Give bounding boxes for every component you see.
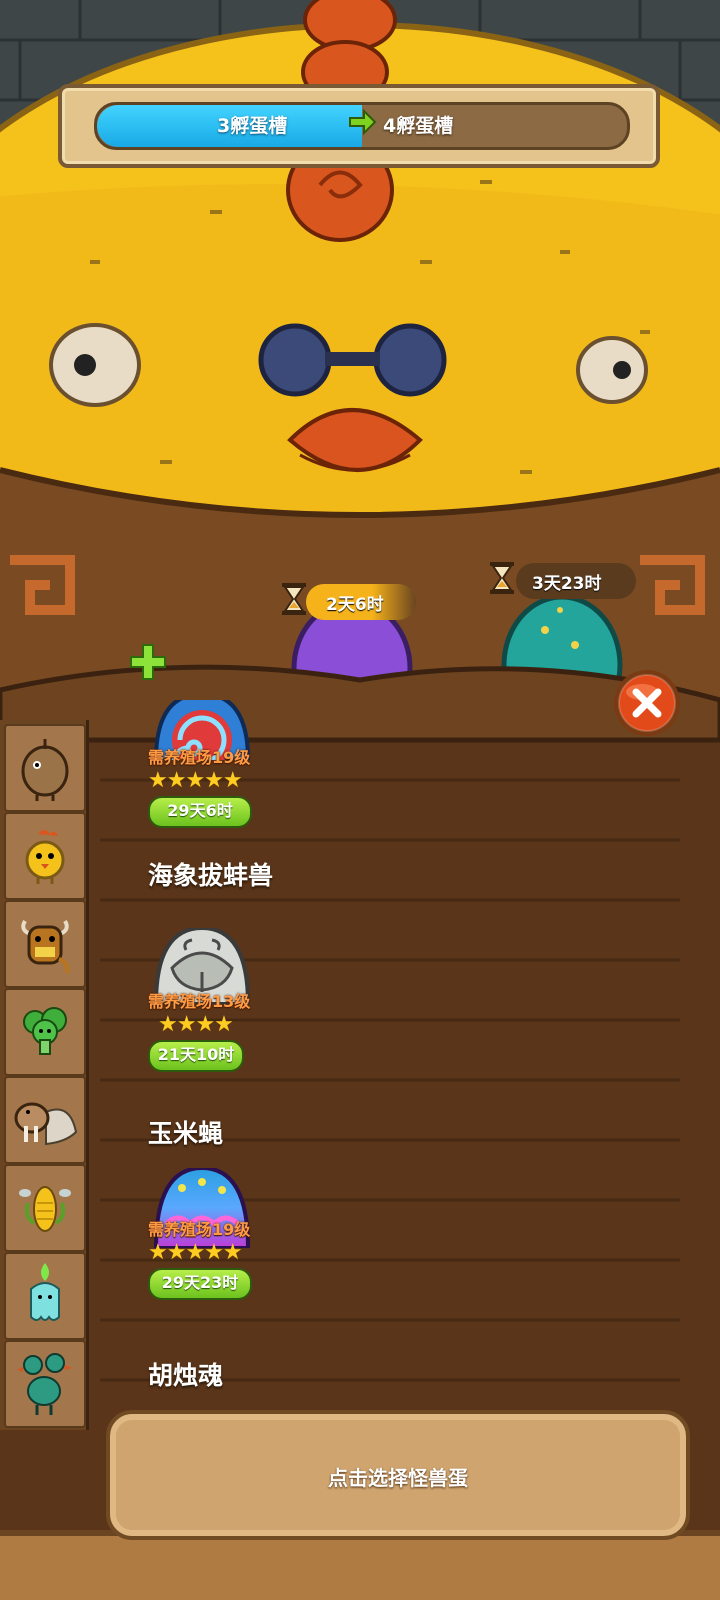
incubating-slot-2-timer: 3天23时 bbox=[516, 563, 636, 599]
sidebar-monster-yak[interactable] bbox=[4, 900, 86, 988]
sidebar-monster-walrus[interactable] bbox=[4, 1076, 86, 1164]
egg-1-requirement: 需养殖场19级 bbox=[148, 748, 251, 767]
egg-selection-panel[interactable]: 点击选择怪兽蛋 bbox=[106, 1410, 690, 1540]
egg-3-name: 胡烛魂 bbox=[148, 1361, 224, 1390]
sidebar-monster-brown-bird[interactable] bbox=[4, 724, 86, 812]
next-slots-label: 4孵蛋槽 bbox=[383, 115, 454, 137]
chick-icon bbox=[25, 830, 65, 884]
slot-upgrade-progress-bar: 3孵蛋槽 4孵蛋槽 bbox=[94, 102, 630, 150]
close-icon bbox=[614, 670, 680, 736]
incubating-slot-2-time-text: 3天23时 bbox=[532, 574, 602, 594]
incubating-egg-2[interactable] bbox=[504, 598, 620, 680]
sidebar-monster-broccoli[interactable] bbox=[4, 988, 86, 1076]
sidebar-monster-ghost-candle[interactable] bbox=[4, 1252, 86, 1340]
egg-1-hatch-time: 29天6时 bbox=[148, 796, 252, 828]
close-button[interactable] bbox=[612, 668, 682, 738]
current-slots-label: 3孵蛋槽 bbox=[217, 115, 288, 137]
broccoli-icon bbox=[23, 1007, 67, 1055]
hourglass-icon bbox=[490, 562, 514, 594]
egg-2-name: 玉米蝇 bbox=[148, 1119, 224, 1148]
brown-bird-icon bbox=[21, 739, 69, 801]
sidebar-monster-chick[interactable] bbox=[4, 812, 86, 900]
yak-icon bbox=[21, 919, 70, 974]
two-headed-bird-icon bbox=[17, 1353, 72, 1415]
egg-2-stars: ★★★★ bbox=[158, 1012, 234, 1037]
egg-1-name: 海象拔蚌兽 bbox=[148, 861, 274, 890]
sidebar-monster-corn-fly[interactable] bbox=[4, 1164, 86, 1252]
egg-2-hatch-time: 21天10时 bbox=[148, 1040, 244, 1072]
monster-sidebar[interactable] bbox=[0, 720, 89, 1430]
egg-3-requirement: 需养殖场19级 bbox=[148, 1220, 251, 1239]
egg-3-hatch-time: 29天23时 bbox=[148, 1268, 252, 1300]
egg-3-stars: ★★★★★ bbox=[148, 1240, 243, 1265]
sidebar-monster-two-headed-bird[interactable] bbox=[4, 1340, 86, 1428]
egg-card-1[interactable]: 需养殖场19级 ★★★★★ 29天6时 海象拔蚌兽 bbox=[140, 700, 340, 900]
egg-2-requirement: 需养殖场13级 bbox=[148, 992, 251, 1011]
walrus-icon bbox=[14, 1102, 78, 1146]
incubating-egg-1[interactable] bbox=[294, 602, 410, 682]
egg-1-stars: ★★★★★ bbox=[148, 768, 243, 793]
corn-icon bbox=[19, 1186, 71, 1232]
egg-card-2[interactable]: 需养殖场13级 ★★★★ 21天10时 玉米蝇 bbox=[140, 928, 340, 1148]
arrow-right-icon bbox=[349, 108, 377, 136]
plus-icon[interactable] bbox=[128, 642, 168, 682]
ghost-candle-icon bbox=[30, 1263, 60, 1321]
select-egg-prompt: 点击选择怪兽蛋 bbox=[328, 1466, 468, 1490]
hatchery-background bbox=[0, 0, 720, 1600]
egg-card-3[interactable]: 需养殖场19级 ★★★★★ 29天23时 胡烛魂 bbox=[140, 1168, 340, 1390]
slot-upgrade-panel[interactable]: 3孵蛋槽 4孵蛋槽 bbox=[58, 84, 660, 168]
